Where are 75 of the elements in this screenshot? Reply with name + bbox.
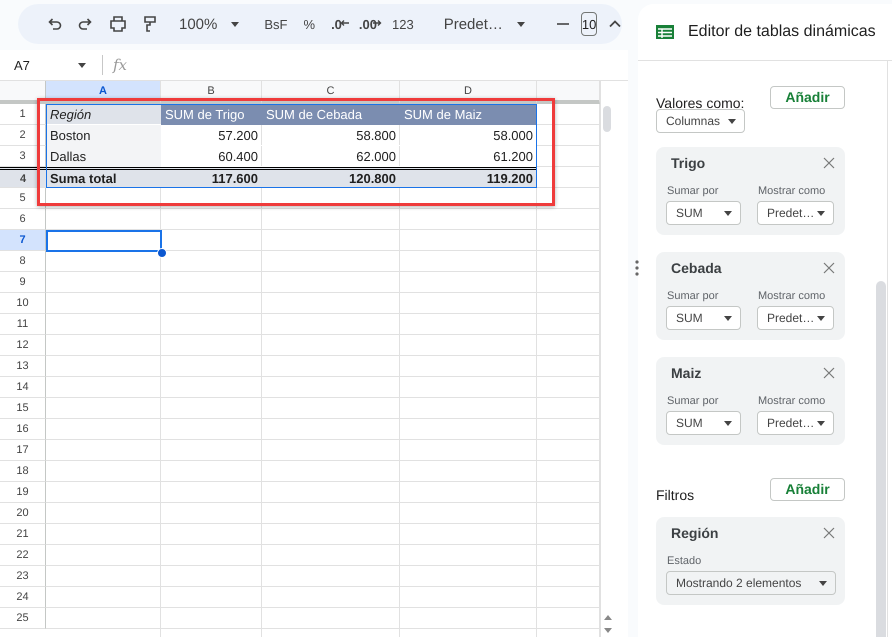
- table-cell: Dallas: [46, 146, 161, 167]
- table-cell: Boston: [46, 125, 161, 146]
- caret-icon: [724, 420, 732, 426]
- header-cell: SUM de Trigo: [161, 104, 262, 125]
- row-number[interactable]: 4: [0, 167, 46, 188]
- decimal-button[interactable]: .0: [325, 10, 344, 38]
- header-cell: Región: [46, 104, 161, 125]
- scrollbar-thumb[interactable]: [603, 106, 611, 132]
- section-label: Valores como:: [656, 95, 744, 111]
- total-cell: Suma total: [46, 167, 161, 188]
- caret-icon: [724, 210, 732, 216]
- card-title: Cebada: [671, 260, 722, 276]
- close-icon[interactable]: [823, 367, 835, 379]
- left-arrow-icon: [340, 20, 349, 26]
- show-as-dropdown[interactable]: Predet…: [757, 306, 834, 330]
- add-button[interactable]: Añadir: [770, 86, 845, 108]
- field-label: Mostrar como: [757, 290, 826, 302]
- cell-reference: A7: [14, 58, 30, 72]
- table-cell: 57.200: [161, 125, 262, 146]
- caret-icon: [724, 316, 732, 320]
- card-title: Trigo: [671, 155, 706, 171]
- decimal-button[interactable]: .00: [352, 10, 379, 38]
- scroll-down-icon[interactable]: [604, 628, 612, 633]
- total-cell: 117.600: [161, 167, 262, 188]
- summarize-dropdown[interactable]: SUM: [666, 306, 741, 330]
- summarize-dropdown[interactable]: SUM: [666, 201, 741, 225]
- card-title: Maiz: [671, 365, 702, 381]
- font-size-field[interactable]: 10: [580, 12, 598, 36]
- scroll-up-icon[interactable]: [604, 615, 612, 620]
- caret-icon: [516, 22, 525, 26]
- format-button[interactable]: %: [298, 10, 322, 38]
- total-cell: 119.200: [400, 167, 537, 188]
- panel-title: Editor de tablas dinámicas: [688, 23, 876, 41]
- field-label: Estado: [666, 555, 702, 567]
- selected-cell[interactable]: [46, 230, 162, 252]
- show-as-dropdown[interactable]: Predet…: [757, 201, 834, 225]
- caret-icon: [728, 118, 736, 124]
- layout-dropdown[interactable]: Columnas: [656, 109, 745, 133]
- show-as-dropdown[interactable]: Predet…: [757, 411, 834, 435]
- function-label: fx: [113, 56, 128, 74]
- caret-icon: [231, 22, 240, 26]
- close-icon[interactable]: [823, 262, 835, 274]
- section-label: Filtros: [656, 487, 694, 503]
- status-dropdown[interactable]: Mostrando 2 elementos: [666, 571, 836, 595]
- add-button[interactable]: Añadir: [770, 478, 845, 500]
- font-dropdown[interactable]: Predet…: [434, 10, 535, 38]
- caret-icon: [817, 316, 825, 320]
- table-icon: [656, 25, 674, 39]
- caret-icon: [817, 420, 825, 426]
- caret-icon: [78, 62, 86, 68]
- field-label: Sumar por: [666, 290, 720, 302]
- row-number[interactable]: 7: [0, 230, 46, 251]
- format-button[interactable]: 123: [386, 10, 420, 38]
- close-icon[interactable]: [823, 527, 835, 539]
- header-cell: SUM de Cebada: [262, 104, 400, 125]
- field-label: Sumar por: [666, 185, 720, 197]
- drag-handle-icon[interactable]: [635, 260, 639, 276]
- field-label: Mostrar como: [757, 395, 826, 407]
- format-button[interactable]: BsF: [258, 10, 294, 38]
- summarize-dropdown[interactable]: SUM: [666, 411, 741, 435]
- close-icon[interactable]: [823, 157, 835, 169]
- column-header[interactable]: [537, 81, 600, 104]
- scrollbar-thumb[interactable]: [876, 281, 886, 637]
- total-cell: 120.800: [262, 167, 400, 188]
- table-cell: 58.000: [400, 125, 537, 146]
- card-title: Región: [671, 525, 718, 541]
- select-all-corner[interactable]: [0, 81, 46, 104]
- caret-icon: [819, 580, 827, 586]
- table-cell: 58.800: [262, 125, 400, 146]
- caret-icon: [817, 210, 825, 216]
- header-cell: SUM de Maiz: [400, 104, 537, 125]
- name-box[interactable]: A7: [0, 53, 92, 77]
- field-label: Mostrar como: [757, 185, 826, 197]
- zoom-dropdown[interactable]: 100%: [174, 10, 244, 38]
- field-label: Sumar por: [666, 395, 720, 407]
